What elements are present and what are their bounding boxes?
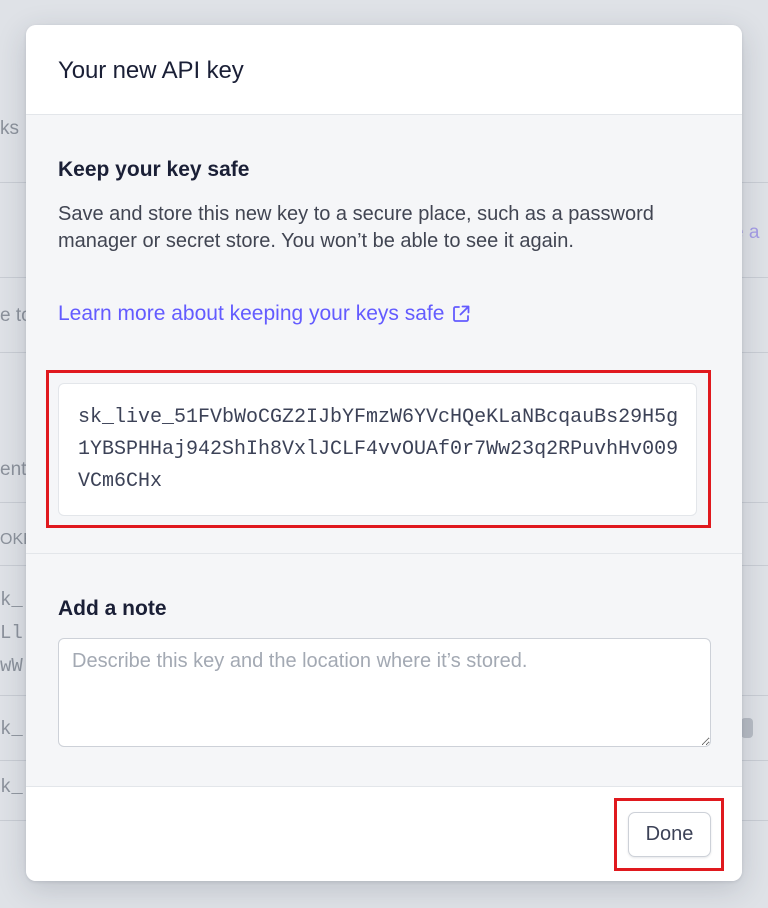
- dialog-title: Your new API key: [58, 57, 244, 84]
- background-text: ent: [0, 459, 27, 480]
- learn-more-link-label: Learn more about keeping your keys safe: [58, 302, 445, 325]
- api-key-dialog: Your new API key Keep your key safe Save…: [26, 25, 742, 881]
- keep-safe-heading: Keep your key safe: [58, 158, 250, 181]
- section-divider: [26, 553, 742, 554]
- background-key-text: k_: [0, 718, 23, 740]
- dialog-header: Your new API key: [26, 25, 742, 115]
- background-key-text: k_: [0, 776, 23, 798]
- add-note-heading: Add a note: [58, 597, 167, 620]
- done-button[interactable]: Done: [628, 812, 711, 857]
- background-scroll-thumb: [741, 718, 753, 738]
- api-key-value[interactable]: sk_live_51FVbWoCGZ2IJbYFmzW6YVcHQeKLaNBc…: [78, 402, 688, 498]
- external-link-icon: [453, 305, 470, 322]
- learn-more-link[interactable]: Learn more about keeping your keys safe: [58, 302, 472, 326]
- api-key-box[interactable]: sk_live_51FVbWoCGZ2IJbYFmzW6YVcHQeKLaNBc…: [58, 383, 697, 516]
- background-key-text: wW: [0, 655, 23, 677]
- background-key-text: k_: [0, 589, 23, 611]
- note-textarea[interactable]: [58, 638, 711, 747]
- dialog-footer: Done: [26, 786, 742, 881]
- keep-safe-description: Save and store this new key to a secure …: [58, 203, 654, 252]
- background-text: ks: [0, 118, 19, 139]
- background-key-text: Ll: [0, 622, 23, 644]
